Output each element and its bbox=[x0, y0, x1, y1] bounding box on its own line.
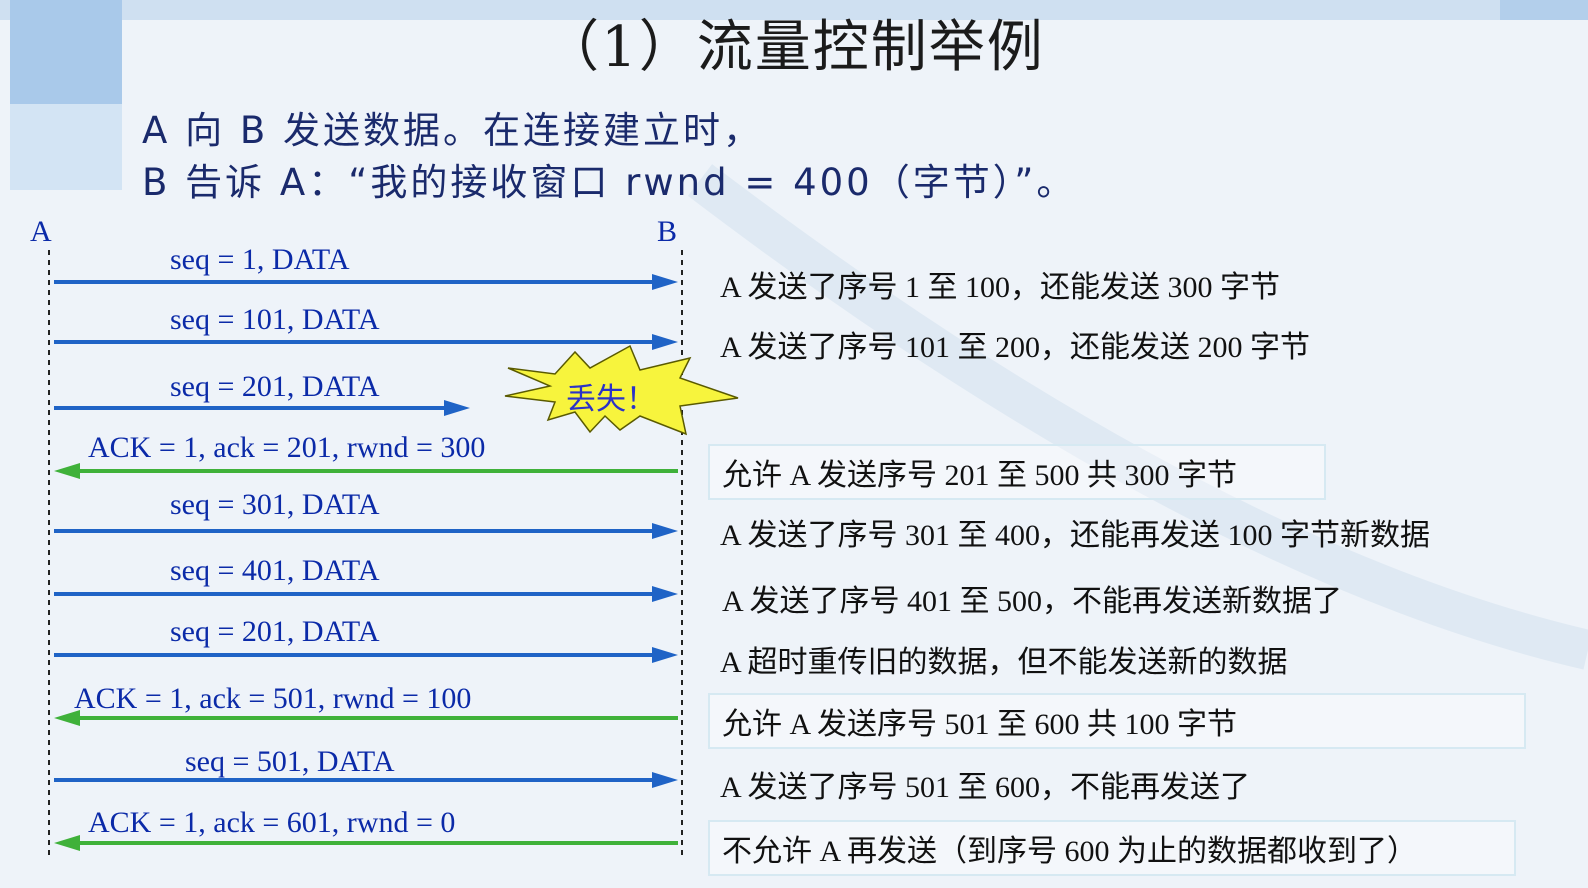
note-row: A 发送了序号 401 至 500，不能再发送新数据了 bbox=[722, 585, 1343, 618]
lost-label: 丢失！ bbox=[566, 382, 656, 417]
data-arrow bbox=[54, 523, 678, 539]
message-label: seq = 501, DATA bbox=[185, 745, 395, 778]
note-row-highlighted: 允许 A 发送序号 201 至 500 共 300 字节 bbox=[708, 444, 1326, 500]
message-label: seq = 1, DATA bbox=[170, 243, 350, 276]
message-label: seq = 301, DATA bbox=[170, 488, 380, 521]
note-row-highlighted: 不允许 A 再发送（到序号 600 为止的数据都收到了） bbox=[708, 820, 1516, 876]
message-label: seq = 401, DATA bbox=[170, 554, 380, 587]
data-arrow bbox=[54, 647, 678, 663]
message-label: seq = 201, DATA bbox=[170, 370, 380, 403]
slide: （1）流量控制举例 A 向 B 发送数据。在连接建立时， B 告诉 A：“我的接… bbox=[0, 0, 1588, 888]
note-row: A 发送了序号 101 至 200，还能发送 200 字节 bbox=[720, 331, 1311, 364]
data-arrow bbox=[54, 274, 678, 290]
message-label: seq = 101, DATA bbox=[170, 303, 380, 336]
message-label: ACK = 1, ack = 601, rwnd = 0 bbox=[88, 806, 456, 839]
note-row: A 超时重传旧的数据，但不能发送新的数据 bbox=[720, 646, 1288, 679]
note-row: A 发送了序号 301 至 400，还能再发送 100 字节新数据 bbox=[720, 519, 1431, 552]
data-arrow bbox=[54, 586, 678, 602]
message-label: seq = 201, DATA bbox=[170, 615, 380, 648]
message-label: ACK = 1, ack = 501, rwnd = 100 bbox=[74, 682, 472, 715]
note-row: A 发送了序号 501 至 600，不能再发送了 bbox=[720, 771, 1251, 804]
ack-arrow bbox=[54, 463, 678, 479]
message-label: ACK = 1, ack = 201, rwnd = 300 bbox=[88, 431, 486, 464]
note-row-highlighted: 允许 A 发送序号 501 至 600 共 100 字节 bbox=[708, 693, 1526, 749]
note-row: A 发送了序号 1 至 100，还能发送 300 字节 bbox=[720, 271, 1281, 304]
